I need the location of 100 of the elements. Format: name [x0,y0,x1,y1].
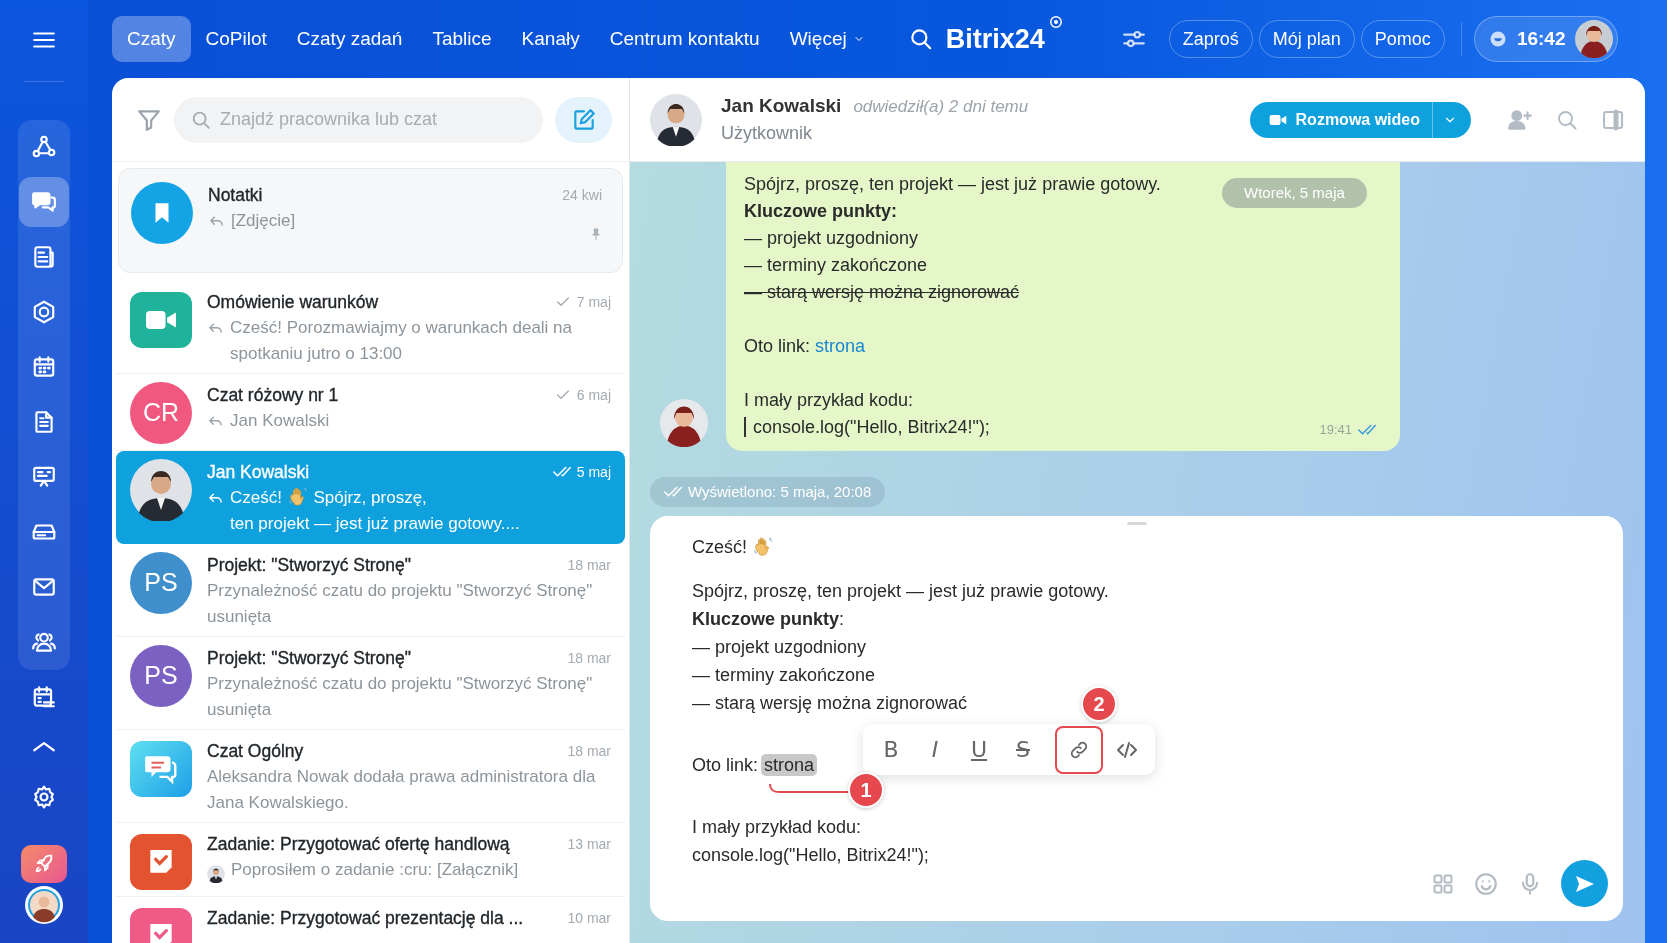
message-text: Oto link: [744,336,811,356]
message-text: — projekt uzgodniony [744,228,919,248]
user-avatar [130,459,192,521]
nav-tab[interactable]: CoPilot [190,15,282,63]
nav-tab[interactable]: Więcej [774,15,880,63]
chat-list-item[interactable]: Zadanie: Przygotować prezentację dla ... 10 mar [116,897,625,943]
nav-tab[interactable]: Czaty [112,15,191,63]
nav-tab[interactable]: Tablice [417,15,507,63]
chat-time: 18 mar [567,556,611,575]
settings-icon [31,784,57,811]
chat-title: Projekt: "Stworzyć Stronę" [207,554,412,577]
rocket-button[interactable] [21,844,67,883]
nav-tab[interactable]: Centrum kontaktu [594,15,775,63]
message-preview: ten projekt — jest już prawie gotowy.... [230,514,520,533]
italic-button[interactable]: I [913,727,957,772]
chat-list-item[interactable]: Notatki 24 kwi [Zdjęcie] [118,168,623,273]
chat-time: 18 mar [567,742,611,761]
chat-title: Projekt: "Stworzyć Stronę" [207,647,412,670]
search-field[interactable]: Znajdź pracownika lub czat [174,96,543,143]
message-input[interactable] [650,516,1623,921]
chat-time: 7 maj [576,293,611,312]
chat-time: 13 mar [567,835,611,854]
nav-button[interactable] [19,177,69,228]
message-text: console.log("Hello, Bitrix24!"); [692,845,929,865]
message-text: Cześć! [692,537,747,557]
callout-badge: 1 [848,772,884,808]
message-preview: Przynależność czatu do projektu "Stworzyć Stronę" usunięta [207,674,593,719]
contact-role: Użytkownik [721,122,814,146]
message-text: I mały przykład kodu: [692,817,862,837]
user-avatar [207,864,225,883]
message-preview: Cześć! [230,488,282,507]
chat-title: Czat różowy nr 1 [207,384,339,407]
waving-hand-icon [286,485,309,507]
message-preview: Aleksandra Nowak dodała prawa administratora dla Jana Kowalskiego. [207,767,596,812]
message-text: — projekt uzgodniony [692,637,867,657]
message-text: — terminy zakończone [744,255,928,275]
selected-text[interactable]: strona [761,754,818,776]
logo-mark-icon [1048,14,1063,29]
strikethrough-button[interactable]: S [1001,727,1045,772]
message-text: Kluczowe punkty: [744,201,897,221]
dropdown-button[interactable] [1432,101,1471,138]
chat-list-item[interactable]: Omówienie warunków 7 maj Cześć! Porozmawiajmy o warunkach deali na spotkaniu jutro o 13:00 [116,281,625,374]
chat-title: Jan Kowalski [207,461,310,484]
chat-title: Notatki [208,184,263,207]
chat-time: 6 maj [576,386,611,405]
chat-title: Omówienie warunków [207,291,379,314]
smile-icon [1473,870,1499,897]
user-avatar [660,399,708,447]
chat-list-item[interactable]: Czat Ogólny 18 mar Aleksandra Nowak dodała prawa administratora dla Jana Kowalskiego. [116,730,625,823]
chat-list-item[interactable]: Zadanie: Przygotować ofertę handlową 13 mar Poprosiłem o zadanie :cru: [Załącznik] [116,823,625,897]
avatar: PS [130,552,192,614]
last-seen-text: odwiedził(a) 2 dni temu [853,95,1029,118]
user-avatar[interactable] [1575,20,1614,58]
link-button[interactable] [1055,725,1103,774]
message-time: 19:41 [1319,421,1352,439]
viewed-text: Wyświetlono: 5 maja, 20:08 [688,481,872,502]
clock-time: 16:42 [1516,26,1566,51]
message-text: — terminy zakończone [692,665,876,685]
contact-name: Jan Kowalski [721,93,842,118]
chat-title: Zadanie: Przygotować ofertę handlową [207,833,510,856]
message-preview: Cześć! Porozmawiajmy o warunkach deali na spotkaniu jutro o 13:00 [230,318,573,363]
rocket-icon [33,852,55,875]
send-button[interactable] [1561,860,1608,907]
code-text: console.log("Hello, Bitrix24!"); [744,417,990,437]
waving-hand-icon [752,535,775,557]
chat-time: 18 mar [567,649,611,668]
avatar: CR [130,382,192,444]
message-preview: Jan Kowalski [230,411,330,430]
status-icon [1488,30,1507,48]
chat-time: 5 maj [576,463,611,482]
message-text: I mały przykład kodu: [744,390,914,410]
drag-handle[interactable] [1126,522,1147,525]
nav-tab[interactable]: Czaty zadań [281,15,418,63]
nav-tab[interactable]: Kanały [506,15,595,63]
message-preview: Przynależność czatu do projektu "Stworzyć Stronę" usunięta [207,581,593,626]
message-text: — starą wersję można zignorować [744,282,1020,302]
chat-title: Czat Ogólny [207,740,304,763]
newspaper-icon [31,244,57,271]
avatar: PS [130,645,192,707]
chat-list-item[interactable]: PS Projekt: "Stworzyć Stronę" 18 mar Przynależność czatu do projektu "Stworzyć Stronę" usunięta [116,637,625,730]
user-avatar [650,93,702,146]
message-text: Kluczowe punkty: [692,609,845,629]
message-link[interactable]: strona [815,336,866,356]
message-preview: Poprosiłem o zadanie :cru: [Załącznik] [231,860,519,879]
message-preview: Spójrz, proszę, [313,488,427,507]
callout-badge: 2 [1081,686,1117,722]
chat-time: 10 mar [567,909,611,928]
user-avatar[interactable] [24,885,64,925]
message-text: Spójrz, proszę, ten projekt — jest już prawie gotowy. [744,174,1161,194]
chat-list-item[interactable]: PS Projekt: "Stworzyć Stronę" 18 mar Przynależność czatu do projektu "Stworzyć Stronę" usunięta [116,544,625,637]
underline-button[interactable]: U [957,727,1001,772]
new-chat-button[interactable] [555,96,612,143]
bold-button[interactable]: B [869,727,913,772]
logo-text[interactable]: Bitrix24 [945,18,1045,60]
message-text: Spójrz, proszę, ten projekt — jest już prawie gotowy. [692,581,1109,601]
chat-time: 24 kwi [562,186,602,205]
clock-widget[interactable]: 16:42 [1473,16,1619,62]
message-text: Oto link: [692,755,759,775]
date-label: Wtorek, 5 maja [1222,178,1367,208]
chat-title: Zadanie: Przygotować prezentację dla ... [207,907,524,930]
